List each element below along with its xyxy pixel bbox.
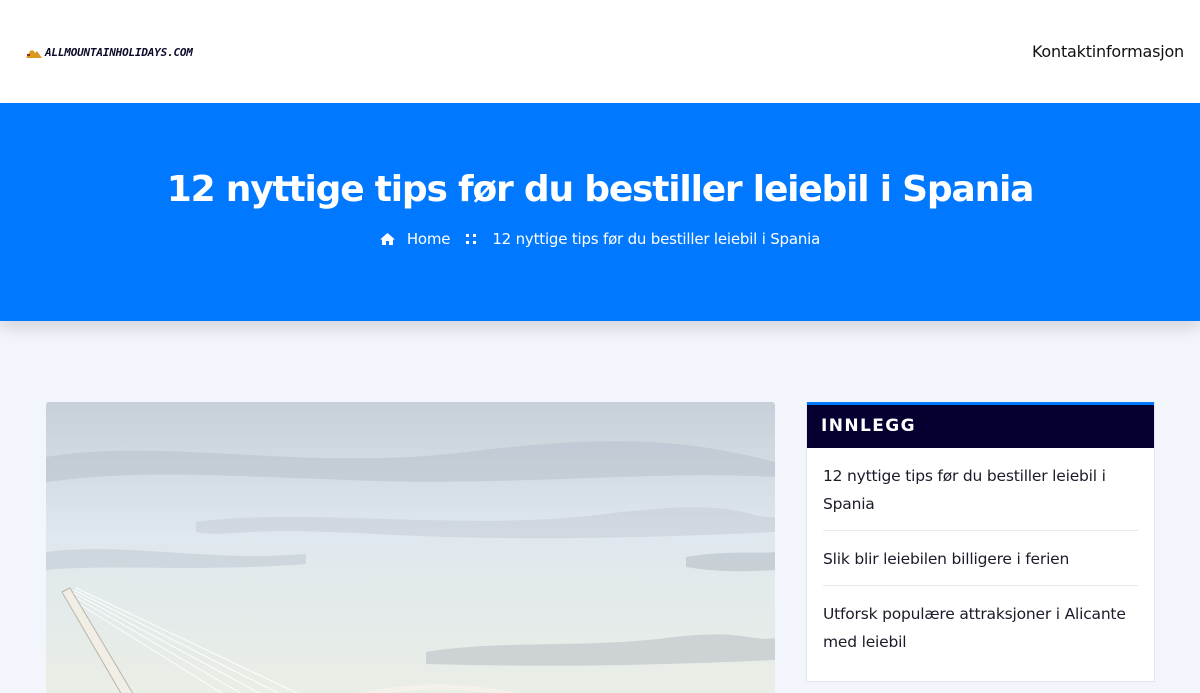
site-header: ALLMOUNTAINHOLIDAYS.COM Kontaktinformasj… <box>0 0 1200 103</box>
bridge-photo <box>46 402 775 693</box>
sidebar-widget: INNLEGG 12 nyttige tips før du bestiller… <box>806 402 1155 682</box>
breadcrumb-home-link[interactable]: Home <box>407 230 451 248</box>
home-icon <box>379 233 395 245</box>
list-item: Slik blir leiebilen billigere i ferien <box>823 531 1138 586</box>
post-list: 12 nyttige tips før du bestiller leiebil… <box>807 448 1154 668</box>
post-link[interactable]: Slik blir leiebilen billigere i ferien <box>823 550 1069 568</box>
breadcrumb-separator-icon <box>466 234 477 244</box>
site-logo[interactable]: ALLMOUNTAINHOLIDAYS.COM <box>26 45 193 59</box>
list-item: Utforsk populære attraksjoner i Alicante… <box>823 586 1138 668</box>
mountain-logo-icon <box>26 45 42 59</box>
breadcrumb-current: 12 nyttige tips før du bestiller leiebil… <box>492 230 821 248</box>
post-link[interactable]: 12 nyttige tips før du bestiller leiebil… <box>823 467 1106 513</box>
list-item: 12 nyttige tips før du bestiller leiebil… <box>823 448 1138 531</box>
sidebar-header: INNLEGG <box>807 402 1154 448</box>
featured-image <box>46 402 775 693</box>
page-hero: 12 nyttige tips før du bestiller leiebil… <box>0 103 1200 321</box>
post-link[interactable]: Utforsk populære attraksjoner i Alicante… <box>823 605 1126 651</box>
breadcrumb: Home 12 nyttige tips før du bestiller le… <box>0 230 1200 248</box>
nav-link-contact[interactable]: Kontaktinformasjon <box>1032 42 1184 61</box>
logo-text: ALLMOUNTAINHOLIDAYS.COM <box>45 45 193 59</box>
sidebar-heading: INNLEGG <box>821 416 916 436</box>
page-title: 12 nyttige tips før du bestiller leiebil… <box>166 169 1035 210</box>
